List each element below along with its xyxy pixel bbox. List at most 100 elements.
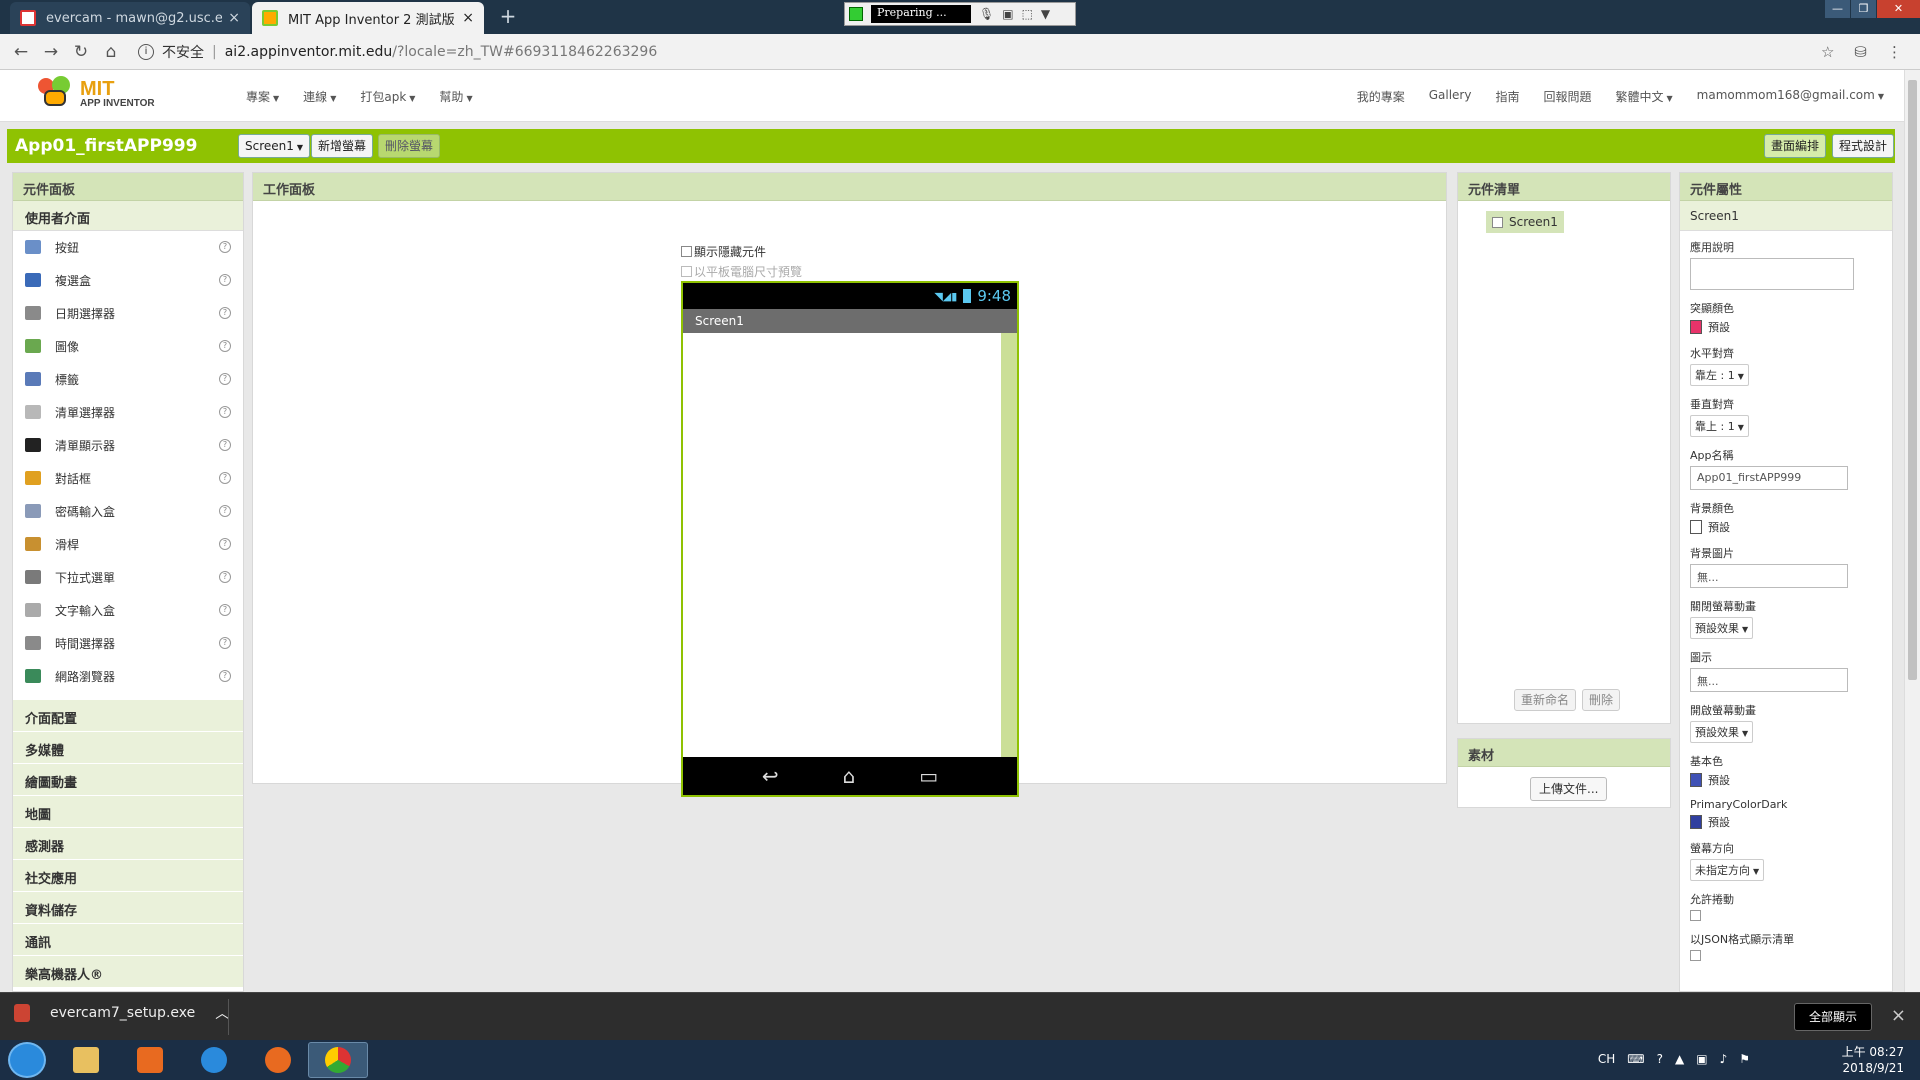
browser-menu-icon[interactable]: ⋮ [1887, 43, 1902, 61]
screen-select-dropdown[interactable]: Screen1 ▼ [238, 134, 311, 158]
property-dropdown[interactable]: 預設效果 ▼ [1690, 721, 1754, 743]
restore-icon[interactable]: ❐ [1850, 0, 1876, 18]
help-icon[interactable]: ? [219, 241, 231, 253]
account-menu[interactable]: mamommom168@gmail.com ▼ [1697, 88, 1884, 105]
link-gallery[interactable]: Gallery [1429, 88, 1472, 105]
keyboard-icon[interactable]: ⌨ [1627, 1052, 1644, 1066]
palette-item[interactable]: 下拉式選單? [13, 561, 243, 594]
tab-close-icon[interactable]: × [462, 10, 474, 26]
tray-expand-icon[interactable]: ▲ [1675, 1052, 1684, 1066]
browser-tab-appinventor[interactable]: MIT App Inventor 2 測試版 × [252, 2, 484, 34]
forward-icon[interactable]: → [36, 42, 66, 62]
palette-category[interactable]: 地圖 [13, 795, 243, 827]
designer-button[interactable]: 畫面編排 [1764, 134, 1827, 158]
link-report-issue[interactable]: 回報問題 [1543, 88, 1591, 105]
home-icon[interactable]: ⌂ [96, 42, 126, 62]
help-icon[interactable]: ? [219, 637, 231, 649]
tree-toggle-icon[interactable] [1492, 216, 1503, 228]
property-textarea[interactable] [1690, 258, 1854, 290]
color-swatch[interactable] [1690, 815, 1702, 829]
show-hidden-checkbox[interactable]: 顯示隱藏元件 [681, 243, 766, 260]
color-swatch[interactable] [1690, 320, 1702, 334]
blocks-button[interactable]: 程式設計 [1832, 134, 1895, 158]
help-icon[interactable]: ? [219, 604, 231, 616]
close-window-icon[interactable]: ✕ [1876, 0, 1920, 18]
link-guide[interactable]: 指南 [1495, 88, 1519, 105]
help-icon[interactable]: ? [219, 340, 231, 352]
help-icon[interactable]: ? [219, 307, 231, 319]
camera-icon[interactable]: ▣ [1002, 7, 1013, 21]
phone-screen-content[interactable] [683, 333, 1017, 757]
info-icon[interactable]: i [138, 43, 154, 60]
palette-category[interactable]: 介面配置 [13, 699, 243, 731]
checkbox-box[interactable] [681, 266, 692, 277]
internet-explorer-taskbar-icon[interactable] [184, 1042, 244, 1078]
rename-button[interactable]: 重新命名 [1514, 689, 1577, 711]
palette-item[interactable]: 時間選擇器? [13, 627, 243, 660]
tablet-preview-checkbox[interactable]: 以平板電腦尺寸預覽 [681, 263, 802, 280]
help-icon[interactable]: ? [219, 472, 231, 484]
property-checkbox[interactable] [1690, 950, 1701, 961]
help-icon[interactable]: ? [1657, 1052, 1663, 1066]
palette-category[interactable]: 樂高機器人® [13, 955, 243, 987]
property-color-picker[interactable]: 預設 [1690, 319, 1882, 335]
palette-item[interactable]: 圖像? [13, 330, 243, 363]
help-icon[interactable]: ? [219, 439, 231, 451]
input-language[interactable]: CH [1598, 1052, 1615, 1066]
property-dropdown[interactable]: 靠左 : 1 ▼ [1690, 364, 1749, 386]
palette-category[interactable]: 多媒體 [13, 731, 243, 763]
property-color-picker[interactable]: 預設 [1690, 814, 1882, 830]
property-checkbox[interactable] [1690, 910, 1701, 921]
action-center-flag-icon[interactable]: ⚑ [1739, 1052, 1750, 1066]
explorer-taskbar-icon[interactable] [56, 1042, 116, 1078]
palette-item[interactable]: 滑桿? [13, 528, 243, 561]
back-icon[interactable]: ← [6, 42, 36, 62]
url-field[interactable]: i 不安全 | ai2.appinventor.mit.edu /?locale… [138, 42, 1821, 62]
media-player-taskbar-icon[interactable] [120, 1042, 180, 1078]
menu-help[interactable]: 幫助 ▼ [439, 88, 472, 105]
start-button-icon[interactable] [8, 1042, 46, 1078]
network-icon[interactable]: ▣ [1696, 1052, 1707, 1066]
new-tab-button[interactable]: + [494, 6, 522, 28]
upload-file-button[interactable]: 上傳文件... [1530, 777, 1608, 801]
browser-tab-evercam[interactable]: evercam - mawn@g2.usc.edu.t × [10, 2, 250, 34]
language-menu[interactable]: 繁體中文 ▼ [1616, 88, 1673, 105]
help-icon[interactable]: ? [219, 505, 231, 517]
microphone-icon[interactable]: 🎙 [979, 7, 994, 21]
palette-item[interactable]: 密碼輸入盒? [13, 495, 243, 528]
chevron-down-icon[interactable]: ▼ [1041, 7, 1050, 21]
extension-icon[interactable]: ⛁ [1854, 43, 1867, 61]
scrollbar-thumb[interactable] [1908, 80, 1917, 680]
palette-category[interactable]: 社交應用 [13, 859, 243, 891]
property-input[interactable]: 無... [1690, 668, 1848, 692]
minimize-icon[interactable]: — [1824, 0, 1850, 18]
property-color-picker[interactable]: 預設 [1690, 772, 1882, 788]
palette-category[interactable]: 通訊 [13, 923, 243, 955]
color-swatch[interactable] [1690, 520, 1702, 534]
palette-item[interactable]: 標籤? [13, 363, 243, 396]
palette-category[interactable]: 資料儲存 [13, 891, 243, 923]
property-color-picker[interactable]: 預設 [1690, 519, 1882, 535]
help-icon[interactable]: ? [219, 538, 231, 550]
palette-item[interactable]: 文字輸入盒? [13, 594, 243, 627]
palette-item[interactable]: 清單顯示器? [13, 429, 243, 462]
menu-build[interactable]: 打包apk ▼ [360, 88, 415, 105]
palette-item[interactable]: 網路瀏覽器? [13, 660, 243, 693]
property-input[interactable]: App01_firstAPP999 [1690, 466, 1848, 490]
help-icon[interactable]: ? [219, 406, 231, 418]
property-input[interactable]: 無... [1690, 564, 1848, 588]
palette-item[interactable]: 對話框? [13, 462, 243, 495]
palette-item[interactable]: 複選盒? [13, 264, 243, 297]
close-download-bar-icon[interactable]: × [1891, 1005, 1906, 1026]
palette-category[interactable]: 繪圖動畫 [13, 763, 243, 795]
property-dropdown[interactable]: 靠上 : 1 ▼ [1690, 415, 1749, 437]
color-swatch[interactable] [1690, 773, 1702, 787]
show-all-downloads-button[interactable]: 全部顯示 [1793, 1003, 1872, 1031]
tree-node-screen1[interactable]: Screen1 [1486, 211, 1564, 233]
remove-screen-button[interactable]: 刪除螢幕 [378, 134, 441, 158]
help-icon[interactable]: ? [219, 373, 231, 385]
firefox-taskbar-icon[interactable] [248, 1042, 308, 1078]
delete-button[interactable]: 刪除 [1582, 689, 1621, 711]
taskbar-clock[interactable]: 上午 08:27 2018/9/21 [1842, 1044, 1904, 1076]
palette-item[interactable]: 按鈕? [13, 231, 243, 264]
